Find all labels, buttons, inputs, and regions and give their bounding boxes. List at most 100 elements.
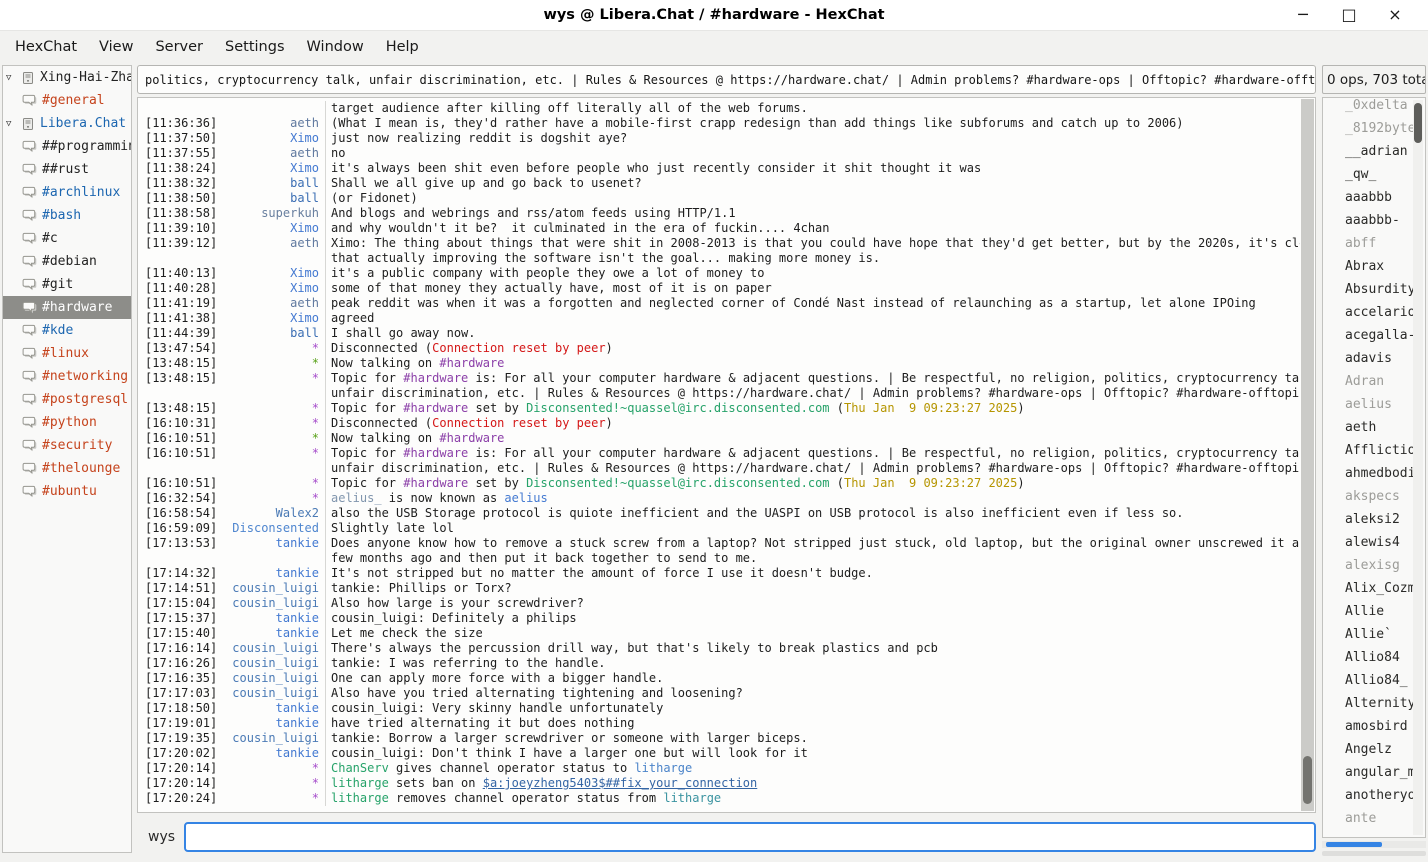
sidebar-item-git[interactable]: #git [3,273,131,296]
nick[interactable]: ball [221,176,325,191]
user-list-item[interactable]: Alternity [1323,696,1425,719]
sidebar-item-ubuntu[interactable]: #ubuntu [3,480,131,503]
user-list-item[interactable]: abff [1323,236,1425,259]
nick[interactable]: cousin_luigi [221,731,325,746]
message-input[interactable] [184,822,1316,852]
chat-scrollbar[interactable] [1301,99,1314,811]
user-list-item[interactable]: Allio84_ [1323,673,1425,696]
sidebar-item-general[interactable]: #general [3,89,131,112]
user-list-item[interactable]: adavis [1323,351,1425,374]
user-list-hscrollbar-thumb[interactable] [1326,842,1382,847]
sidebar-item-kde[interactable]: #kde [3,319,131,342]
close-button[interactable]: × [1372,0,1418,30]
user-list-scrollbar[interactable] [1413,100,1423,835]
user-list-item[interactable]: Abrax [1323,259,1425,282]
user-list-item[interactable]: _8192byte [1323,121,1425,144]
user-list-item[interactable]: aeth [1323,420,1425,443]
nick[interactable]: cousin_luigi [221,656,325,671]
nick[interactable]: tankie [221,746,325,761]
user-list-item[interactable]: alewis4 [1323,535,1425,558]
nick[interactable]: tankie [221,701,325,716]
user-list-item[interactable]: alexisg [1323,558,1425,581]
nick[interactable]: tankie [221,536,325,551]
user-list-item[interactable]: Allio84 [1323,650,1425,673]
nick[interactable]: Ximo [221,131,325,146]
sidebar-item-hardware[interactable]: #hardware [3,296,131,319]
user-list-item[interactable]: accelario [1323,305,1425,328]
sidebar-item-rust[interactable]: ##rust [3,158,131,181]
nick[interactable]: Ximo [221,311,325,326]
chat-scrollbar-thumb[interactable] [1303,756,1312,804]
sidebar-item-security[interactable]: #security [3,434,131,457]
nick[interactable]: cousin_luigi [221,581,325,596]
nick[interactable]: cousin_luigi [221,671,325,686]
user-list-item[interactable]: Allie` [1323,627,1425,650]
user-list-item[interactable]: __adrian [1323,144,1425,167]
sidebar-item-thelounge[interactable]: #thelounge [3,457,131,480]
user-list-item[interactable]: ante [1323,811,1425,834]
user-list-item[interactable]: aaabbb [1323,190,1425,213]
user-list-item[interactable]: aelius [1323,397,1425,420]
user-list-item[interactable]: Affliction [1323,443,1425,466]
nick[interactable]: cousin_luigi [221,596,325,611]
maximize-button[interactable]: □ [1326,0,1372,30]
sidebar-item-postgresql[interactable]: #postgresql [3,388,131,411]
sidebar-server-Xing-Hai-Zhan[interactable]: ▽Xing-Hai-Zhan [3,66,131,89]
nick[interactable]: Disconsented [221,521,325,536]
user-list-item[interactable]: anotheryo [1323,788,1425,811]
menu-settings[interactable]: Settings [214,35,295,59]
sidebar-item-linux[interactable]: #linux [3,342,131,365]
user-list-item[interactable]: angular_m [1323,765,1425,788]
sidebar-item-debian[interactable]: #debian [3,250,131,273]
user-list-item[interactable]: amosbird [1323,719,1425,742]
user-list-item[interactable]: Adran [1323,374,1425,397]
sidebar-item-networking[interactable]: #networking [3,365,131,388]
sidebar-server-Libera.Chat[interactable]: ▽Libera.Chat [3,112,131,135]
user-list-item[interactable]: acegalla- [1323,328,1425,351]
nick[interactable]: tankie [221,566,325,581]
user-list-item[interactable]: akspecs [1323,489,1425,512]
sidebar-item-programming[interactable]: ##programming [3,135,131,158]
nick[interactable]: aeth [221,236,325,251]
user-list-item[interactable]: _qw_ [1323,167,1425,190]
user-list-item[interactable]: Allie [1323,604,1425,627]
menu-hexchat[interactable]: HexChat [4,35,88,59]
nick[interactable]: aeth [221,146,325,161]
nick[interactable]: tankie [221,626,325,641]
user-list-item[interactable]: Angelz [1323,742,1425,765]
menu-window[interactable]: Window [296,35,375,59]
user-list-item[interactable]: _0xdelta [1323,98,1425,121]
nick[interactable]: tankie [221,716,325,731]
user-list-item[interactable]: Absurdity [1323,282,1425,305]
user-list-scrollbar-thumb[interactable] [1414,103,1422,143]
topic-bar[interactable]: politics, cryptocurrency talk, unfair di… [137,65,1316,94]
nick[interactable]: Ximo [221,221,325,236]
nick[interactable]: aeth [221,116,325,131]
nick[interactable]: superkuh [221,206,325,221]
user-list-item[interactable]: aaabbb- [1323,213,1425,236]
sidebar-item-archlinux[interactable]: #archlinux [3,181,131,204]
nick[interactable]: Ximo [221,266,325,281]
nick[interactable]: tankie [221,611,325,626]
sidebar-item-c[interactable]: #c [3,227,131,250]
expander-icon[interactable]: ▽ [3,119,21,129]
user-list-item[interactable]: aleksi2 [1323,512,1425,535]
nick[interactable]: cousin_luigi [221,641,325,656]
user-list-item[interactable]: Alix_Cozma [1323,581,1425,604]
expander-icon[interactable]: ▽ [3,73,21,83]
minimize-button[interactable]: ─ [1280,0,1326,30]
user-list-item[interactable]: ahmedbodi [1323,466,1425,489]
menu-server[interactable]: Server [144,35,214,59]
nick[interactable]: Ximo [221,281,325,296]
nick[interactable]: ball [221,191,325,206]
menu-help[interactable]: Help [375,35,430,59]
sidebar-item-bash[interactable]: #bash [3,204,131,227]
nick[interactable]: aeth [221,296,325,311]
nick[interactable]: Walex2 [221,506,325,521]
nick[interactable]: Ximo [221,161,325,176]
nick[interactable]: cousin_luigi [221,686,325,701]
menu-view[interactable]: View [88,35,144,59]
user-list-hscrollbar[interactable] [1322,841,1426,848]
nick[interactable]: ball [221,326,325,341]
sidebar-item-python[interactable]: #python [3,411,131,434]
